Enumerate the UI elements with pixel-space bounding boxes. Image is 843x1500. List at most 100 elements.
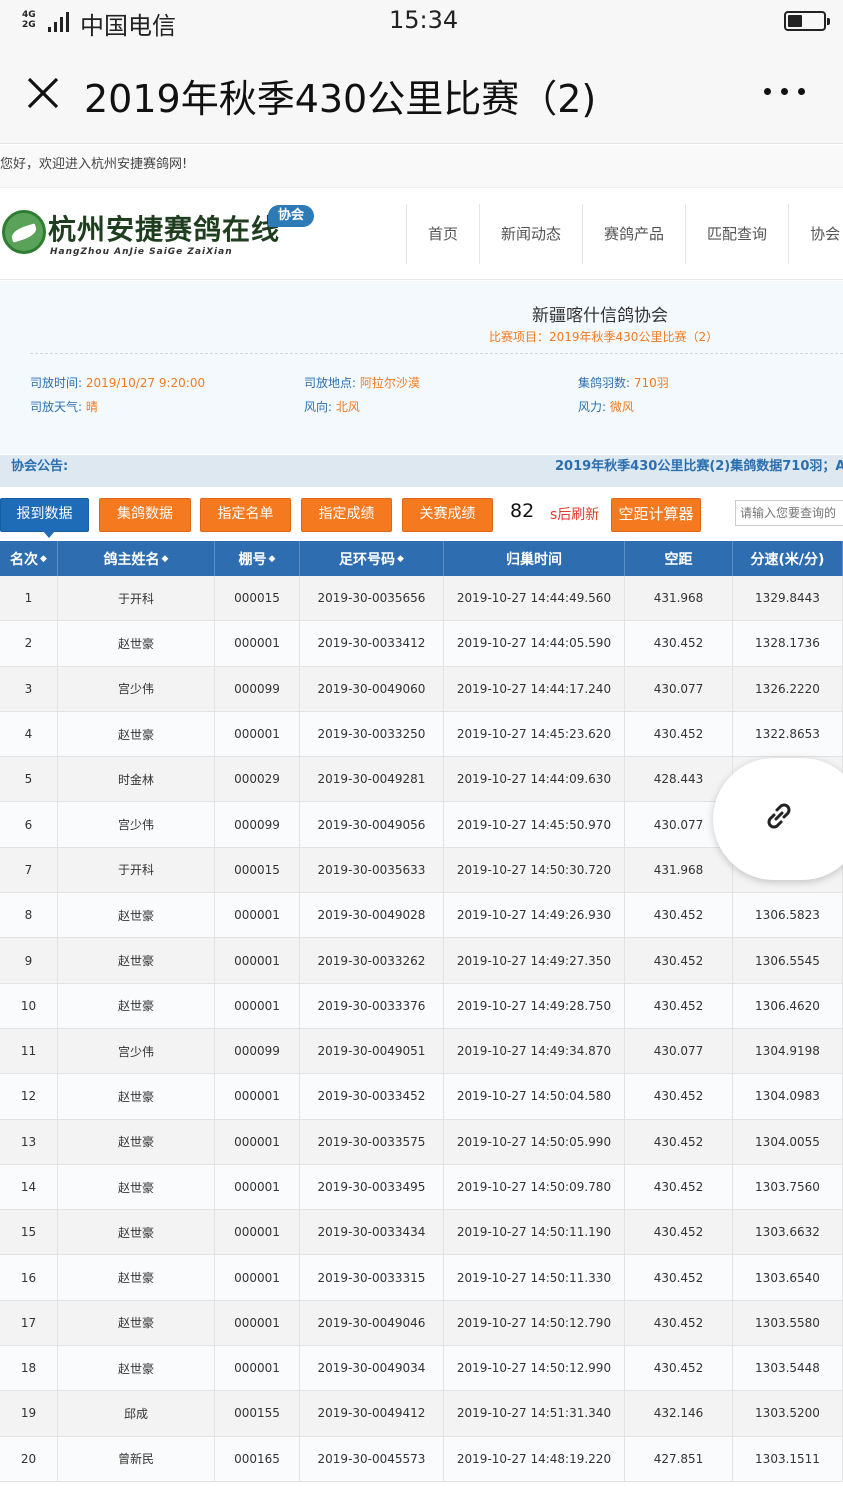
loft-cell: 000001 [215,621,300,666]
loft-cell: 000001 [215,983,300,1028]
title-bar: 2019年秋季430公里比赛（2) [0,44,843,144]
more-icon[interactable] [764,88,806,98]
col-arrival: 归巢时间 [444,541,625,576]
rank-cell: 3 [0,666,58,711]
arrival-cell: 2019-10-27 14:50:09.780 [444,1164,625,1210]
rank-cell: 10 [0,983,58,1028]
arrival-cell: 2019-10-27 14:50:05.990 [444,1119,625,1164]
speed-cell: 1303.7560 [733,1164,843,1210]
owner-cell: 赵世豪 [58,1255,215,1300]
welcome-text: 您好，欢迎进入杭州安捷赛鸽网! [0,145,843,188]
loft-cell: 000029 [215,757,300,802]
ring-cell: 2019-30-0035633 [300,847,444,893]
arrival-cell: 2019-10-27 14:50:11.190 [444,1210,625,1255]
col-loft[interactable]: 棚号 ◆ [215,541,300,576]
table-header: 名次 ◆ 鸽主姓名 ◆ 棚号 ◆ 足环号码 ◆ 归巢时间 空距 分速(米/分) [0,541,843,576]
arrival-cell: 2019-10-27 14:49:34.870 [444,1028,625,1074]
table-row: 9 赵世豪 000001 2019-30-0033262 2019-10-27 14:4… [0,938,843,984]
sort-icon: ◆ [268,553,276,564]
col-ring[interactable]: 足环号码 ◆ [300,541,444,576]
closing-results-button[interactable]: 关赛成绩 [402,498,493,532]
ring-cell: 2019-30-0033412 [300,621,444,666]
ring-cell: 2019-30-0049034 [300,1346,444,1391]
distance-cell: 431.968 [625,847,733,893]
distance-cell: 430.077 [625,666,733,711]
sort-icon: ◆ [40,553,47,564]
network-type: 4G [22,10,36,20]
owner-cell: 时金林 [58,757,215,802]
nav-products[interactable]: 赛鸽产品 [583,204,687,264]
designated-list-button[interactable]: 指定名单 [200,498,291,532]
distance-cell: 430.452 [625,1346,733,1391]
rank-cell: 17 [0,1300,58,1346]
loft-cell: 000099 [215,666,300,711]
rank-cell: 13 [0,1119,58,1164]
ring-cell: 2019-30-0033575 [300,1119,444,1164]
ring-cell: 2019-30-0033434 [300,1210,444,1255]
ring-cell: 2019-30-0049046 [300,1300,444,1346]
col-owner[interactable]: 鸽主姓名 ◆ [58,541,215,576]
speed-cell: 1326.2220 [733,666,843,711]
distance-cell: 430.452 [625,1074,733,1119]
close-icon[interactable] [24,74,62,112]
ring-cell: 2019-30-0033315 [300,1255,444,1300]
share-link-button[interactable] [713,758,843,880]
refresh-countdown-label: s后刷新 [550,507,600,523]
owner-cell: 赵世豪 [58,621,215,666]
owner-cell: 赵世豪 [58,983,215,1028]
distance-cell: 430.452 [625,983,733,1028]
speed-cell: 1303.1511 [733,1436,843,1481]
link-icon [767,803,791,829]
network-type-secondary: 2G [22,20,36,30]
arrival-cell: 2019-10-27 14:50:11.330 [444,1255,625,1300]
speed-cell: 1304.9198 [733,1028,843,1074]
arrival-cell: 2019-10-27 14:44:05.590 [444,621,625,666]
table-row: 16 赵世豪 000001 2019-30-0033315 2019-10-27 14:… [0,1255,843,1301]
search-input[interactable] [735,500,843,526]
rank-cell: 20 [0,1436,58,1481]
loft-cell: 000001 [215,1210,300,1255]
col-distance: 空距 [625,541,733,576]
nav-association[interactable]: 协会 [789,204,843,264]
results-table: 名次 ◆ 鸽主姓名 ◆ 棚号 ◆ 足环号码 ◆ 归巢时间 空距 分速(米/分) 1 于开科… [0,541,843,1482]
loft-cell: 000001 [215,893,300,938]
speed-cell: 1303.6540 [733,1255,843,1300]
distance-cell: 430.452 [625,1210,733,1255]
col-speed: 分速(米/分) [733,541,843,576]
owner-cell: 宫少伟 [58,802,215,847]
owner-cell: 赵世豪 [58,1074,215,1119]
nav-home[interactable]: 首页 [407,204,481,264]
table-row: 7 于开科 000015 2019-30-0035633 2019-10-27 14:5… [0,847,843,894]
table-row: 1 于开科 000015 2019-30-0035656 2019-10-27 14:4… [0,576,843,622]
distance-calculator-button[interactable]: 空距计算器 [611,498,701,532]
nav-news[interactable]: 新闻动态 [480,204,584,264]
col-rank[interactable]: 名次 ◆ [0,541,58,576]
status-bar: 4G 2G 中国电信 15:34 [0,0,843,44]
battery-icon [784,11,830,31]
nav-match-query[interactable]: 匹配查询 [686,204,790,264]
loft-cell: 000099 [215,802,300,847]
owner-cell: 赵世豪 [58,1164,215,1210]
rank-cell: 15 [0,1210,58,1255]
owner-cell: 宫少伟 [58,1028,215,1074]
table-row: 14 赵世豪 000001 2019-30-0033495 2019-10-27 14:… [0,1164,843,1211]
loft-cell: 000001 [215,1300,300,1346]
site-header: 杭州安捷赛鸽在线 HangZhou AnJie SaiGe ZaiXian 协会… [0,188,843,280]
page-title: 2019年秋季430公里比赛（2) [84,77,597,121]
collection-data-button[interactable]: 集鸽数据 [99,498,191,532]
arrival-cell: 2019-10-27 14:50:04.580 [444,1074,625,1119]
release-location: 司放地点: 阿拉尔沙漠 [304,376,420,390]
ring-cell: 2019-30-0049060 [300,666,444,711]
speed-cell: 1303.5200 [733,1391,843,1436]
sort-icon: ◆ [397,553,404,564]
arrival-cell: 2019-10-27 14:48:19.220 [444,1436,625,1481]
notice-text: 2019年秋季430公里比赛(2)集鸽数据710羽；A组: [555,459,843,474]
arrival-cell: 2019-10-27 14:49:26.930 [444,893,625,938]
report-data-button[interactable]: 报到数据 [0,498,89,538]
designated-results-button[interactable]: 指定成绩 [301,498,392,532]
pigeon-count: 集鸽羽数: 710羽 [578,376,669,390]
site-logo-text[interactable]: 杭州安捷赛鸽在线 [48,208,280,248]
arrival-cell: 2019-10-27 14:50:30.720 [444,847,625,893]
distance-cell: 427.851 [625,1436,733,1481]
distance-cell: 430.452 [625,1119,733,1164]
